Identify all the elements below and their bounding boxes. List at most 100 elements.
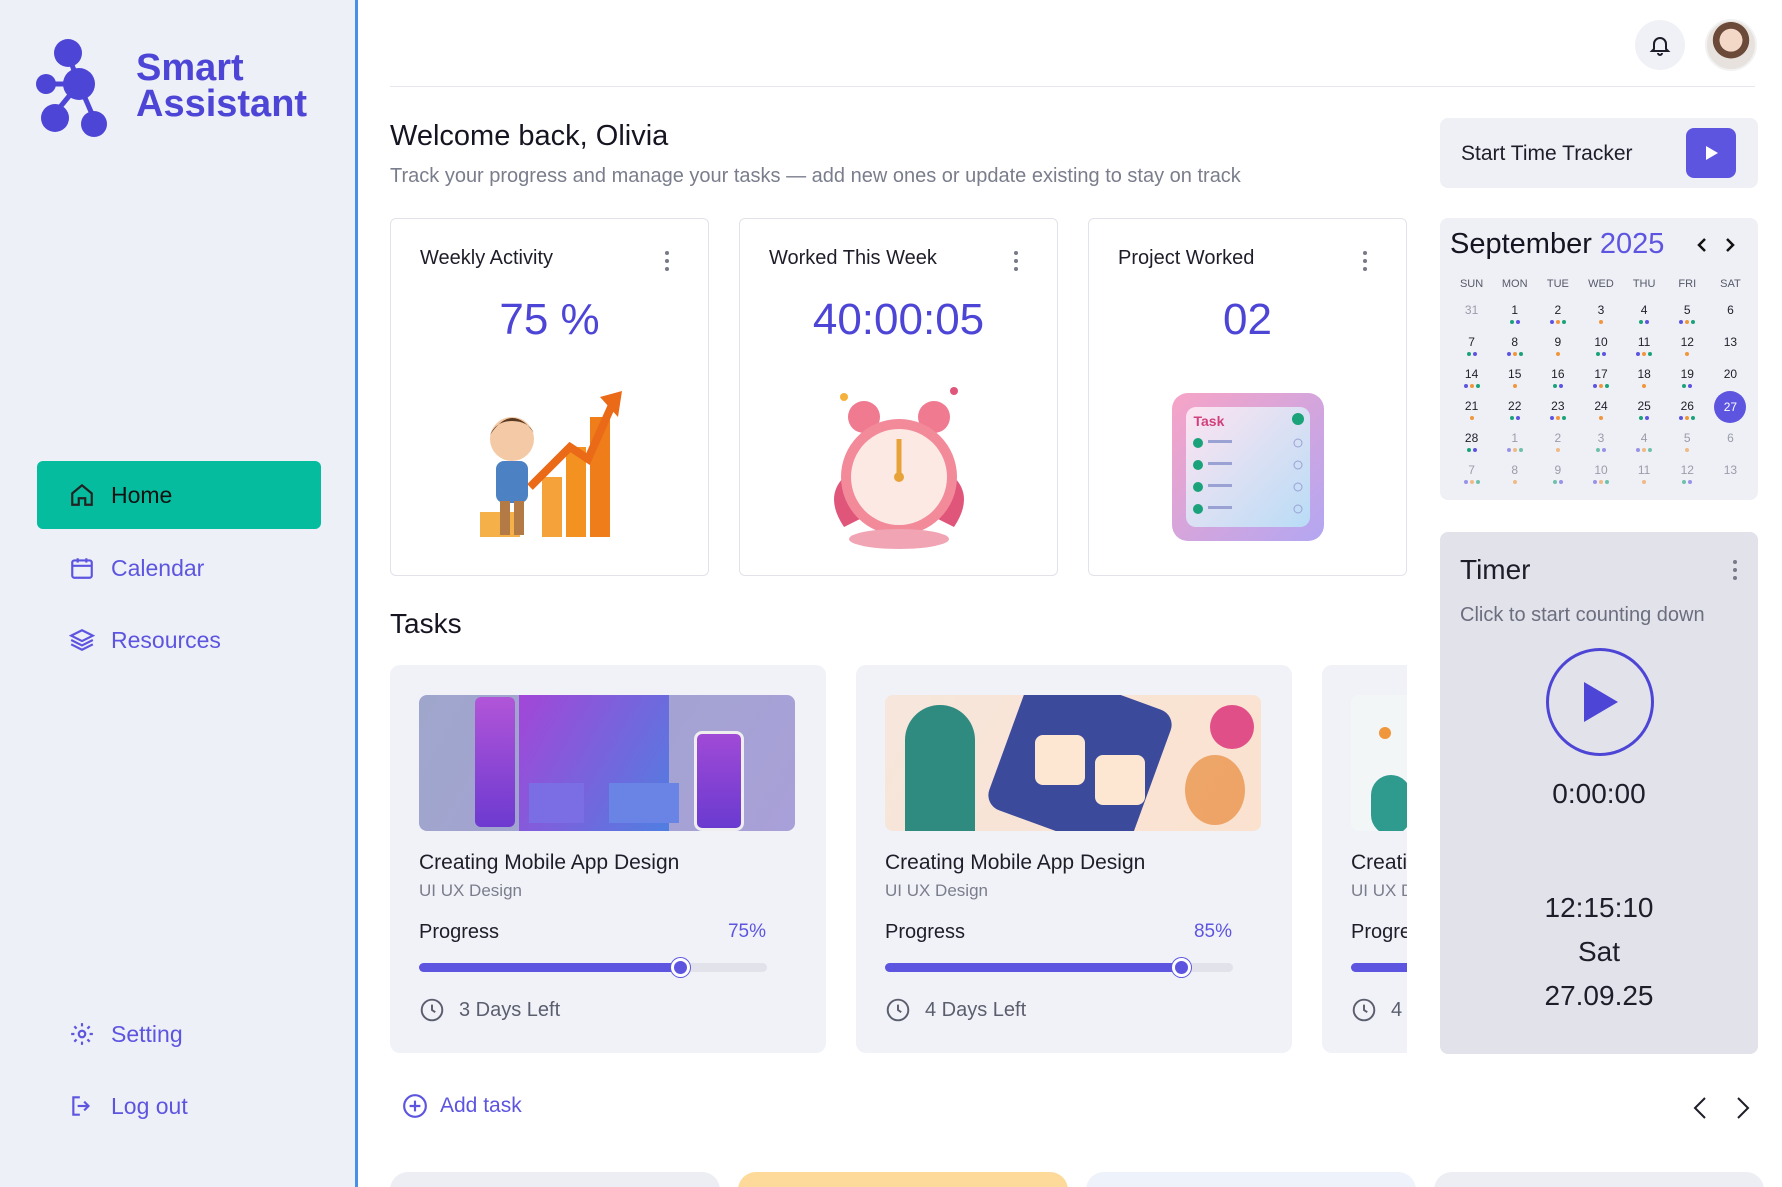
bottom-card[interactable]: [1434, 1172, 1764, 1187]
calendar-day[interactable]: 9: [1536, 458, 1579, 490]
progress-bar[interactable]: [885, 958, 1233, 977]
task-name: Creating Mobile App Design: [419, 851, 680, 874]
calendar-day[interactable]: 31: [1450, 298, 1493, 330]
bottom-card[interactable]: [1086, 1172, 1416, 1187]
progress-handle[interactable]: [1171, 958, 1191, 977]
current-weekday: Sat: [1577, 936, 1621, 967]
tasks-heading: Tasks: [390, 608, 462, 639]
timer-panel: Timer Click to start counting down 0:00:…: [1440, 532, 1758, 1054]
progress-bar[interactable]: [419, 958, 767, 977]
calendar-day[interactable]: 4: [1623, 426, 1666, 458]
task-thumbnail: [1351, 695, 1407, 831]
calendar-day[interactable]: 1: [1493, 298, 1536, 330]
calendar-day[interactable]: 13: [1709, 458, 1752, 490]
sidebar-item-label: Home: [111, 481, 173, 508]
calendar-day-number: 9: [1554, 335, 1562, 349]
calendar-day[interactable]: 16: [1536, 362, 1579, 394]
calendar-day[interactable]: 20: [1709, 362, 1752, 394]
logo[interactable]: Smart Assistant: [36, 38, 336, 148]
calendar-day[interactable]: 28: [1450, 426, 1493, 458]
task-card[interactable]: Creating Mobile App Design UI UX Design …: [1322, 665, 1407, 1053]
calendar-day[interactable]: 5: [1666, 298, 1709, 330]
calendar-day[interactable]: 11: [1623, 330, 1666, 362]
calendar-day-number: 11: [1637, 463, 1651, 477]
calendar-day[interactable]: 4: [1623, 298, 1666, 330]
task-card[interactable]: Creating Mobile App Design UI UX Design …: [856, 665, 1292, 1053]
calendar-day[interactable]: 12: [1666, 330, 1709, 362]
stat-card-worked-this-week: Worked This Week 40:00:05: [739, 218, 1058, 576]
calendar-day[interactable]: 13: [1709, 330, 1752, 362]
user-avatar[interactable]: [1705, 19, 1757, 71]
progress-handle[interactable]: [671, 958, 690, 977]
sidebar-item-resources[interactable]: Resources: [37, 606, 321, 674]
more-options-icon[interactable]: [664, 251, 670, 271]
calendar-day[interactable]: 2: [1536, 426, 1579, 458]
calendar-day-number: 2: [1554, 303, 1562, 317]
calendar-next-button[interactable]: [1720, 234, 1740, 256]
calendar-day[interactable]: 7: [1450, 330, 1493, 362]
calendar-day[interactable]: 15: [1493, 362, 1536, 394]
calendar-day[interactable]: 9: [1536, 330, 1579, 362]
calendar-day[interactable]: 11: [1623, 458, 1666, 490]
tasks-next-button[interactable]: [1730, 1095, 1756, 1121]
calendar-day[interactable]: 25: [1623, 394, 1666, 426]
time-tracker-card[interactable]: Start Time Tracker: [1440, 118, 1758, 188]
tasks-prev-button[interactable]: [1687, 1095, 1713, 1121]
task-deadline: 4 Days Left: [885, 997, 1026, 1023]
event-dots: [1536, 384, 1579, 388]
calendar-day[interactable]: 14: [1450, 362, 1493, 394]
calendar-day[interactable]: 3: [1579, 298, 1622, 330]
calendar-day-number: 2: [1554, 431, 1562, 445]
mini-calendar: September 2025 SUN MON TUE WED THU FRI SAT 31 1 2…: [1440, 218, 1758, 500]
calendar-day[interactable]: 18: [1623, 362, 1666, 394]
more-options-icon[interactable]: [1362, 251, 1368, 271]
more-options-icon[interactable]: [1732, 560, 1738, 580]
sidebar-item-setting[interactable]: Setting: [37, 1000, 321, 1068]
clock-icon: [885, 997, 911, 1023]
event-dots: [1450, 416, 1493, 420]
bottom-card[interactable]: [738, 1172, 1068, 1187]
calendar-day[interactable]: 7: [1450, 458, 1493, 490]
calendar-day[interactable]: 24: [1579, 394, 1622, 426]
gear-icon: [67, 1019, 97, 1049]
current-datetime: 12:15:10 Sat 27.09.25: [1440, 886, 1758, 1018]
calendar-day[interactable]: 21: [1450, 394, 1493, 426]
notification-button[interactable]: [1635, 20, 1685, 70]
calendar-day[interactable]: 19: [1666, 362, 1709, 394]
calendar-day-number: 13: [1723, 463, 1738, 477]
calendar-day[interactable]: 26: [1666, 394, 1709, 426]
calendar-day[interactable]: 3: [1579, 426, 1622, 458]
calendar-prev-button[interactable]: [1692, 234, 1712, 256]
stat-value: 02: [1223, 295, 1272, 344]
calendar-day[interactable]: 8: [1493, 458, 1536, 490]
task-card[interactable]: Creating Mobile App Design UI UX Design …: [390, 665, 826, 1053]
bottom-card[interactable]: [390, 1172, 720, 1187]
calendar-day[interactable]: 1: [1493, 426, 1536, 458]
calendar-day[interactable]: 5: [1666, 426, 1709, 458]
calendar-day[interactable]: 10: [1579, 330, 1622, 362]
calendar-day[interactable]: 6: [1709, 426, 1752, 458]
progress-bar[interactable]: [1351, 963, 1407, 972]
calendar-day[interactable]: 6: [1709, 298, 1752, 330]
task-category: UI UX Design: [1351, 881, 1407, 900]
add-task-button[interactable]: Add task: [402, 1093, 522, 1119]
sidebar-item-home[interactable]: Home: [37, 461, 321, 529]
calendar-day[interactable]: 12: [1666, 458, 1709, 490]
event-dots: [1536, 448, 1579, 452]
calendar-day[interactable]: 2: [1536, 298, 1579, 330]
more-options-icon[interactable]: [1013, 251, 1019, 271]
calendar-day[interactable]: 23: [1536, 394, 1579, 426]
calendar-day[interactable]: 8: [1493, 330, 1536, 362]
calendar-day[interactable]: 17: [1579, 362, 1622, 394]
sidebar-item-calendar[interactable]: Calendar: [37, 534, 321, 602]
sidebar-item-logout[interactable]: Log out: [37, 1072, 321, 1140]
start-tracker-button[interactable]: [1686, 128, 1736, 178]
calendar-day[interactable]: 27: [1709, 391, 1752, 426]
calendar-day[interactable]: 22: [1493, 394, 1536, 426]
calendar-day-number: 3: [1597, 303, 1605, 317]
calendar-day[interactable]: 10: [1579, 458, 1622, 490]
clock-icon: [1351, 997, 1377, 1023]
timer-start-button[interactable]: [1546, 648, 1654, 756]
weekday-label: FRI: [1678, 278, 1697, 290]
stat-value: 75 %: [499, 295, 600, 344]
